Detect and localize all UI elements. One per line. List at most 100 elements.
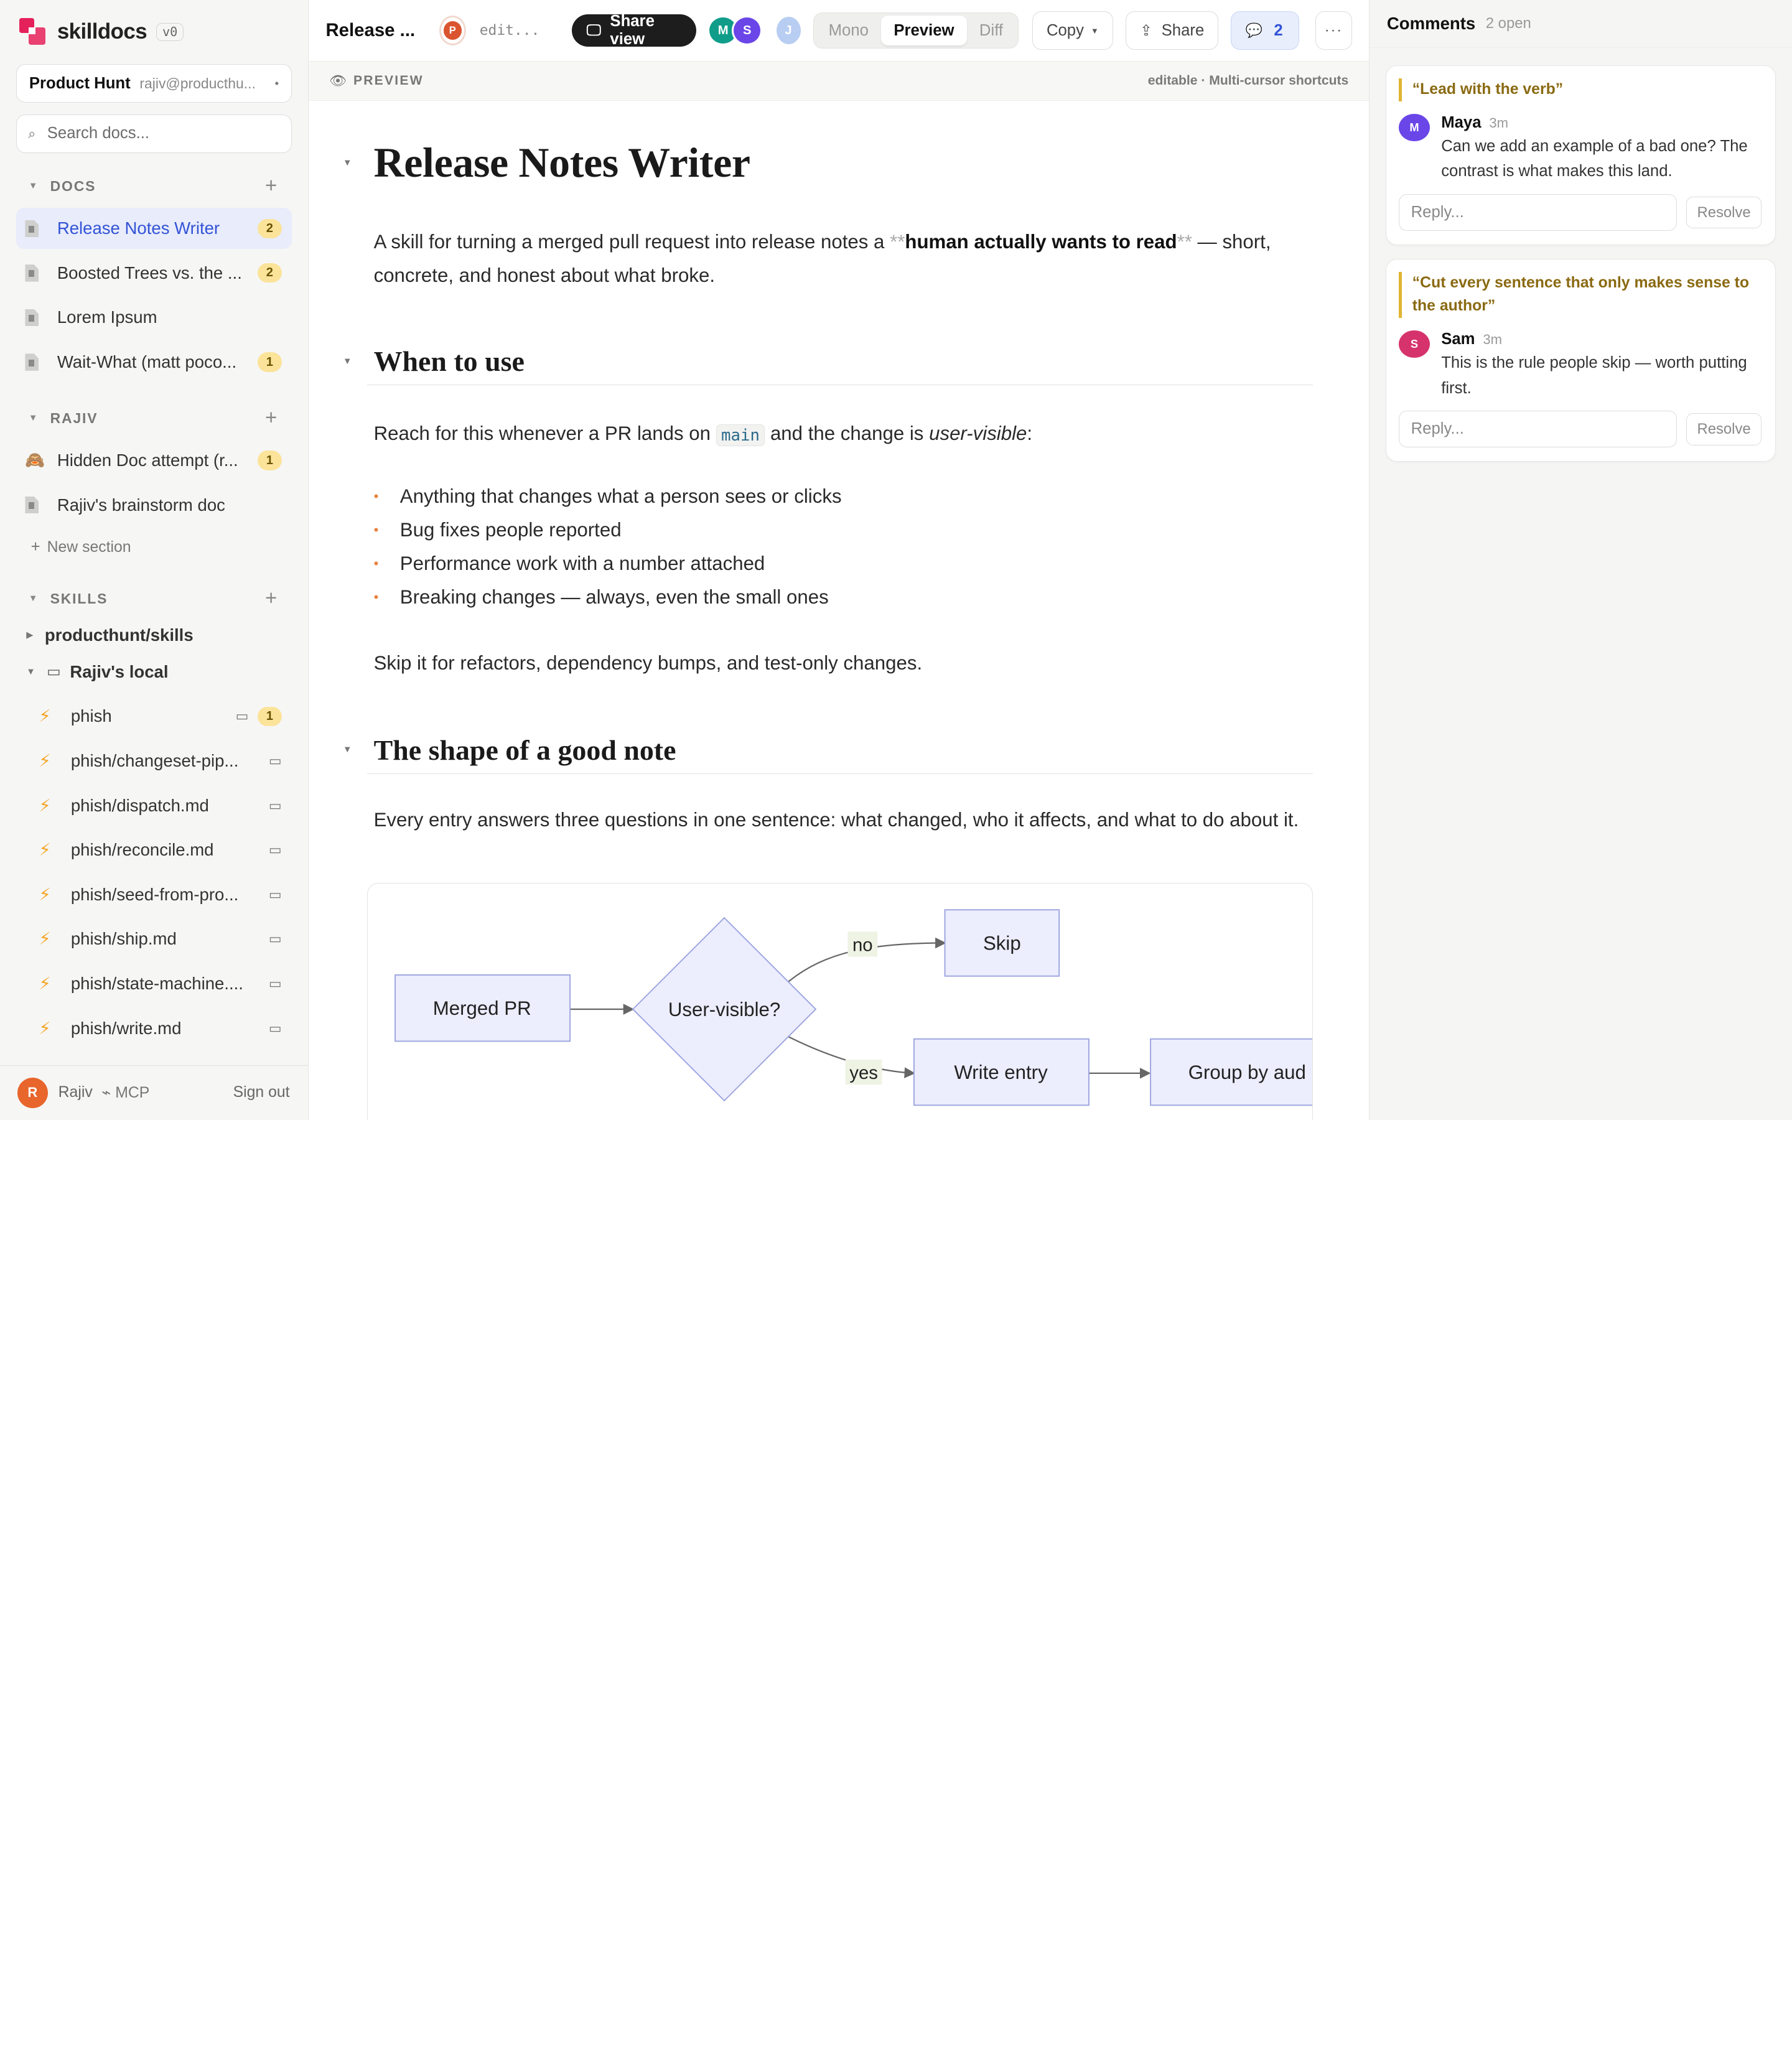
view-mode-toggle: Mono Preview Diff [813,12,1019,49]
chevron-down-icon[interactable]: ▼ [26,667,35,677]
avatar[interactable]: S [731,16,763,45]
more-button[interactable]: ··· [1315,11,1352,50]
skip-paragraph: Skip it for refactors, dependency bumps,… [373,651,923,674]
comment-text: This is the rule people skip — worth put… [1441,354,1747,397]
doc-item-label: Boosted Trees vs. the ... [57,263,242,282]
new-section-button[interactable]: + New section [31,536,308,559]
fold-toggle-icon[interactable]: ▼ [343,745,352,755]
skill-item[interactable]: ⚡ phish/state-machine.... ▭ [16,963,292,1004]
chevron-down-icon[interactable]: ▼ [29,181,39,191]
reply-input[interactable]: Reply... [1399,194,1678,231]
sidebar-footer: R Rajiv ⌁ MCP Sign out [0,1065,308,1120]
doc-title[interactable]: Release ... [325,20,415,41]
workspace-menu-icon[interactable]: • [275,77,279,90]
mcp-status[interactable]: ⌁ MCP [101,1083,149,1102]
add-doc-icon[interactable]: + [265,406,278,430]
doc-item-hidden-doc[interactable]: 🙈 Hidden Doc attempt (r... 1 [16,440,292,481]
share-button[interactable]: ⇪ Share [1125,11,1219,50]
doc-icon [25,309,40,327]
resolve-button[interactable]: Resolve [1686,196,1762,229]
comment-author: Sam [1441,330,1475,348]
comment-count-badge: 1 [258,706,282,726]
comment-count-badge: 2 [258,263,282,283]
flowchart: Merged PR User-visible? no Skip yes Writ… [366,882,1314,1120]
doc-icon [25,353,40,371]
skill-item[interactable]: ⚡ phish ▭ 1 [16,696,292,737]
add-doc-icon[interactable]: + [265,174,278,198]
editor-avatar: P [439,16,466,45]
skill-item[interactable]: ⚡ phish/reconcile.md ▭ [16,829,292,870]
doc-item-release-notes-writer[interactable]: Release Notes Writer 2 [16,208,292,250]
section-docs[interactable]: ▼ DOCS + [0,174,308,198]
section-heading: When to use [373,345,525,378]
chevron-right-icon[interactable]: ▶ [26,630,33,640]
fold-toggle-icon[interactable]: ▼ [343,158,352,168]
node-write-entry-label: Write entry [954,1061,1048,1083]
node-merged-pr-label: Merged PR [432,997,531,1019]
comment-count-badge: 1 [258,450,282,470]
plus-icon: + [30,538,40,556]
reply-input[interactable]: Reply... [1399,411,1678,448]
avatar[interactable]: R [17,1077,49,1109]
doc-item-boosted-trees[interactable]: Boosted Trees vs. the ... 2 [16,253,292,294]
skill-group-producthunt[interactable]: ▶ producthunt/skills [26,623,308,648]
skill-group-label: producthunt/skills [44,625,194,645]
comment-time: 3m [1483,332,1502,348]
bolt-icon: ⚡ [39,795,51,815]
search-input[interactable]: ⌕ Search docs... [16,114,292,154]
chevron-down-icon: ▼ [1090,26,1099,35]
tab-preview[interactable]: Preview [881,16,967,45]
sign-out-button[interactable]: Sign out [233,1084,290,1101]
comments-header: Comments 2 open [1370,0,1792,49]
share-view-button[interactable]: 🖵 Share view [571,12,696,48]
list-item: • Bug fixes people reported [374,513,1314,547]
main: Release ... P edit... 🖵 Share view M S J… [308,0,1370,1120]
doc-item-label: Wait-What (matt poco... [57,352,237,372]
workspace-email: rajiv@producthu... [139,75,256,91]
add-skill-icon[interactable]: + [265,587,278,610]
workspace-name: Product Hunt [29,74,131,92]
section-skills[interactable]: ▼ SKILLS + [0,586,308,611]
chevron-down-icon[interactable]: ▼ [29,413,39,423]
logo-icon [19,18,47,45]
section-docs-label: DOCS [50,177,96,194]
fold-toggle-icon[interactable]: ▼ [343,357,352,366]
edge-no-label: no [852,935,873,955]
comment-quote[interactable]: “Lead with the verb” [1399,78,1762,101]
copy-label: Copy [1046,21,1084,39]
section-rajiv-label: RAJIV [50,409,98,426]
doc-item-lorem-ipsum[interactable]: Lorem Ipsum [16,297,292,338]
skill-group-rajiv-local[interactable]: ▼ ▭ Rajiv's local [26,660,308,684]
app-name: skilldocs [57,19,147,44]
avatar: S [1399,330,1430,358]
node-group-label: Group by aud [1188,1061,1305,1083]
preview-label: PREVIEW [353,73,424,88]
doc-heading: Release Notes Writer [373,139,750,187]
tab-mono[interactable]: Mono [816,16,881,45]
comment: M Maya 3m Can we add an example of a bad … [1399,111,1762,184]
laptop-icon: ▭ [268,797,282,813]
doc-item-wait-what[interactable]: Wait-What (matt poco... 1 [16,342,292,383]
avatar[interactable]: J [776,17,801,45]
comment-quote[interactable]: “Cut every sentence that only makes sens… [1399,272,1762,318]
comments-open-count: 2 open [1485,15,1531,32]
skill-item[interactable]: ⚡ phish/dispatch.md ▭ [16,785,292,826]
doc-item-label: Rajiv's brainstorm doc [57,495,225,515]
workspace-switcher[interactable]: Product Hunt rajiv@producthu... • [16,63,292,103]
skill-item[interactable]: ⚡ phish/changeset-pip... ▭ [16,740,292,781]
eye-icon: 👁 [329,72,347,88]
skill-item[interactable]: ⚡ phish/write.md ▭ [16,1008,292,1049]
document-body[interactable]: ▼ Release Notes Writer A skill for turni… [309,101,1369,1120]
share-label: Share [1161,21,1205,39]
chevron-down-icon[interactable]: ▼ [29,594,39,604]
doc-item-rajiv-brainstorm[interactable]: Rajiv's brainstorm doc [16,485,292,526]
copy-button[interactable]: Copy ▼ [1032,11,1113,50]
resolve-button[interactable]: Resolve [1686,413,1762,445]
skill-item[interactable]: ⚡ phish/ship.md ▭ [16,918,292,959]
list-item: • Anything that changes what a person see… [374,480,1314,513]
section-rajiv[interactable]: ▼ RAJIV + [0,406,308,431]
comments-button[interactable]: 💬 2 [1231,11,1300,50]
skill-item[interactable]: ⚡ phish/seed-from-pro... ▭ [16,874,292,915]
tab-diff[interactable]: Diff [967,16,1016,45]
bullet-icon: • [373,589,379,605]
